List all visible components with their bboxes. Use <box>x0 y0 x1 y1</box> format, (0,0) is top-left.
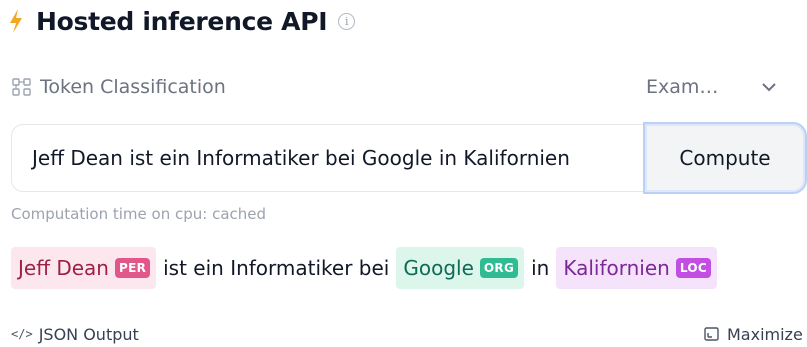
examples-dropdown[interactable]: Exam… <box>646 73 778 101</box>
task-type: Token Classification <box>12 74 226 100</box>
entity-tag-per: PER <box>114 258 151 278</box>
widget-header: Hosted inference API i <box>8 4 356 38</box>
code-icon: </> <box>11 327 33 341</box>
json-output-button[interactable]: </> JSON Output <box>11 322 139 346</box>
entity-text: Google <box>403 256 474 280</box>
entity-tag-org: ORG <box>479 258 519 278</box>
chevron-down-icon <box>762 83 776 92</box>
task-label: Token Classification <box>40 76 226 98</box>
info-icon[interactable]: i <box>338 12 356 30</box>
entity-text: Jeff Dean <box>18 256 109 280</box>
examples-label: Exam… <box>646 76 719 98</box>
maximize-button[interactable]: Maximize <box>704 322 803 346</box>
json-output-label: JSON Output <box>38 324 139 344</box>
entity-loc: Kalifornien LOC <box>556 247 717 289</box>
computation-time: Computation time on cpu: cached <box>11 205 267 223</box>
ner-result: Jeff Dean PER ist ein Informatiker bei G… <box>11 247 717 289</box>
entity-tag-loc: LOC <box>675 258 711 278</box>
lightning-bolt-icon <box>10 9 22 33</box>
plain-text: ist ein Informatiker bei <box>163 256 390 280</box>
token-classification-icon <box>12 78 31 96</box>
entity-per: Jeff Dean PER <box>11 247 157 289</box>
widget-title: Hosted inference API <box>36 6 328 36</box>
compute-button[interactable]: Compute <box>643 122 807 194</box>
plain-text: in <box>531 256 550 280</box>
maximize-icon <box>704 327 719 341</box>
text-input[interactable]: Jeff Dean ist ein Informatiker bei Googl… <box>11 124 643 192</box>
maximize-label: Maximize <box>727 324 803 344</box>
entity-org: Google ORG <box>396 247 525 289</box>
entity-text: Kalifornien <box>563 256 670 280</box>
